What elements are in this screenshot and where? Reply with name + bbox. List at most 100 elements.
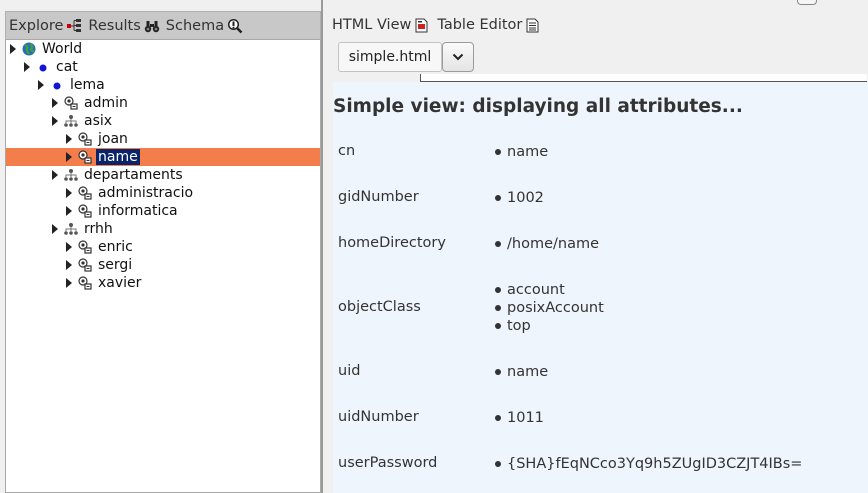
tab-schema[interactable]: Schema [166,18,243,34]
close-button[interactable] [797,0,817,5]
tree-node-label: name [96,149,140,165]
chevron-down-icon [452,53,464,61]
tab-explore[interactable]: Explore [9,18,82,34]
tree-node-label: departaments [84,167,183,183]
attribute-values-userpassword: {SHA}fEqNCco3Yq9h5ZUgID3CZJT4IBs= [495,455,802,473]
attribute-values-homedirectory: /home/name [495,235,599,253]
expand-arrow-icon[interactable] [52,116,58,126]
left-pane: Explore Results Schema World cat lema ad… [0,0,322,493]
attribute-values-objectclass: account posixAccount top [495,281,604,335]
html-view-content: Simple view: displaying all attributes..… [333,82,868,493]
attribute-values-cn: name [495,143,548,161]
attribute-value: name [495,143,548,161]
attribute-value: account [495,281,604,299]
tree-node-asix[interactable]: asix [52,112,114,130]
dot-icon [50,78,64,92]
expand-arrow-icon[interactable] [52,98,58,108]
file-tab-simple-html[interactable]: simple.html [338,42,442,72]
tree-node-label: administracio [98,185,194,201]
attribute-name-homedirectory: homeDirectory [338,235,446,251]
tree-node-lema[interactable]: lema [38,76,107,94]
bullet-icon [495,305,501,311]
tree-node-enric[interactable]: enric [66,238,135,256]
tree-node-departaments[interactable]: departaments [52,166,185,184]
attribute-value-text: account [507,282,565,298]
tab-table-editor[interactable]: Table Editor [437,17,539,33]
expand-arrow-icon[interactable] [52,170,58,180]
bullet-icon [495,461,501,467]
attribute-values-gidnumber: 1002 [495,189,544,207]
tab-results-label: Results [88,17,141,34]
html-page-icon [415,18,428,32]
attribute-value: 1011 [495,409,544,427]
globe-icon [22,42,36,56]
attribute-value-text: /home/name [507,236,599,252]
tree-node-rrhh[interactable]: rrhh [52,220,115,238]
expand-arrow-icon[interactable] [24,62,30,72]
person-icon [78,204,92,218]
tree-node-label: enric [98,239,133,255]
expand-arrow-icon[interactable] [66,206,72,216]
tree-node-sergi[interactable]: sergi [66,256,134,274]
attribute-value: top [495,317,604,335]
bullet-icon [495,195,501,201]
tree-node-admin[interactable]: admin [52,94,130,112]
expand-arrow-icon[interactable] [38,80,44,90]
expand-arrow-icon[interactable] [52,224,58,234]
expand-arrow-icon[interactable] [66,134,72,144]
bullet-icon [495,369,501,375]
person-icon [78,240,92,254]
tree-node-label: lema [70,77,105,93]
expand-arrow-icon[interactable] [10,44,16,54]
attribute-name-userpassword: userPassword [338,455,438,471]
tree-node-label: rrhh [84,221,113,237]
attribute-name-gidnumber: gidNumber [338,189,419,205]
attribute-value-text: posixAccount [507,300,604,316]
tree-node-cat[interactable]: cat [24,58,80,76]
tree-node-label: xavier [98,275,142,291]
bullet-icon [495,415,501,421]
attribute-value-text: 1011 [507,410,544,426]
attribute-value: {SHA}fEqNCco3Yq9h5ZUgID3CZJT4IBs= [495,455,802,473]
attribute-values-uidnumber: 1011 [495,409,544,427]
person-icon [64,96,78,110]
view-tab-bar: HTML View Table Editor [332,17,548,33]
tree-node-administracio[interactable]: administracio [66,184,195,202]
tree-node-informatica[interactable]: informatica [66,202,180,220]
group-icon [64,168,78,182]
tree-node-joan[interactable]: joan [66,130,130,148]
tab-results[interactable]: Results [88,18,159,34]
bullet-icon [495,323,501,329]
tree-node-xavier[interactable]: xavier [66,274,143,292]
tree-node-label: sergi [98,257,133,273]
expand-arrow-icon[interactable] [66,152,72,162]
person-icon [78,132,92,146]
template-dropdown-button[interactable] [442,42,474,72]
expand-arrow-icon[interactable] [66,278,72,288]
expand-arrow-icon[interactable] [66,242,72,252]
attribute-value: 1002 [495,189,544,207]
dot-icon [36,60,50,74]
magnifier-icon [227,18,243,34]
tree-node-label: cat [56,59,78,75]
attribute-value-text: 1002 [507,190,544,206]
table-page-icon [526,18,539,32]
attribute-value-text: name [507,144,549,160]
person-icon [78,150,92,164]
tree-node-world[interactable]: World [10,40,84,58]
tab-html-view[interactable]: HTML View [332,17,428,33]
attribute-name-objectclass: objectClass [338,299,421,315]
person-icon [78,258,92,272]
tree-node-label: asix [84,113,113,129]
right-pane: HTML View Table Editor simple.html Simpl… [323,0,868,493]
expand-arrow-icon[interactable] [66,188,72,198]
expand-arrow-icon[interactable] [66,260,72,270]
tree-node-name[interactable]: name [6,148,320,166]
directory-tree[interactable]: World cat lema admin asix joan name depa… [5,39,321,493]
binoculars-icon [144,18,160,34]
file-tab-label: simple.html [348,49,432,65]
attribute-value-text: top [507,318,531,334]
attribute-value: /home/name [495,235,599,253]
tab-explore-label: Explore [9,17,64,34]
html-view-top-edge [420,74,867,82]
